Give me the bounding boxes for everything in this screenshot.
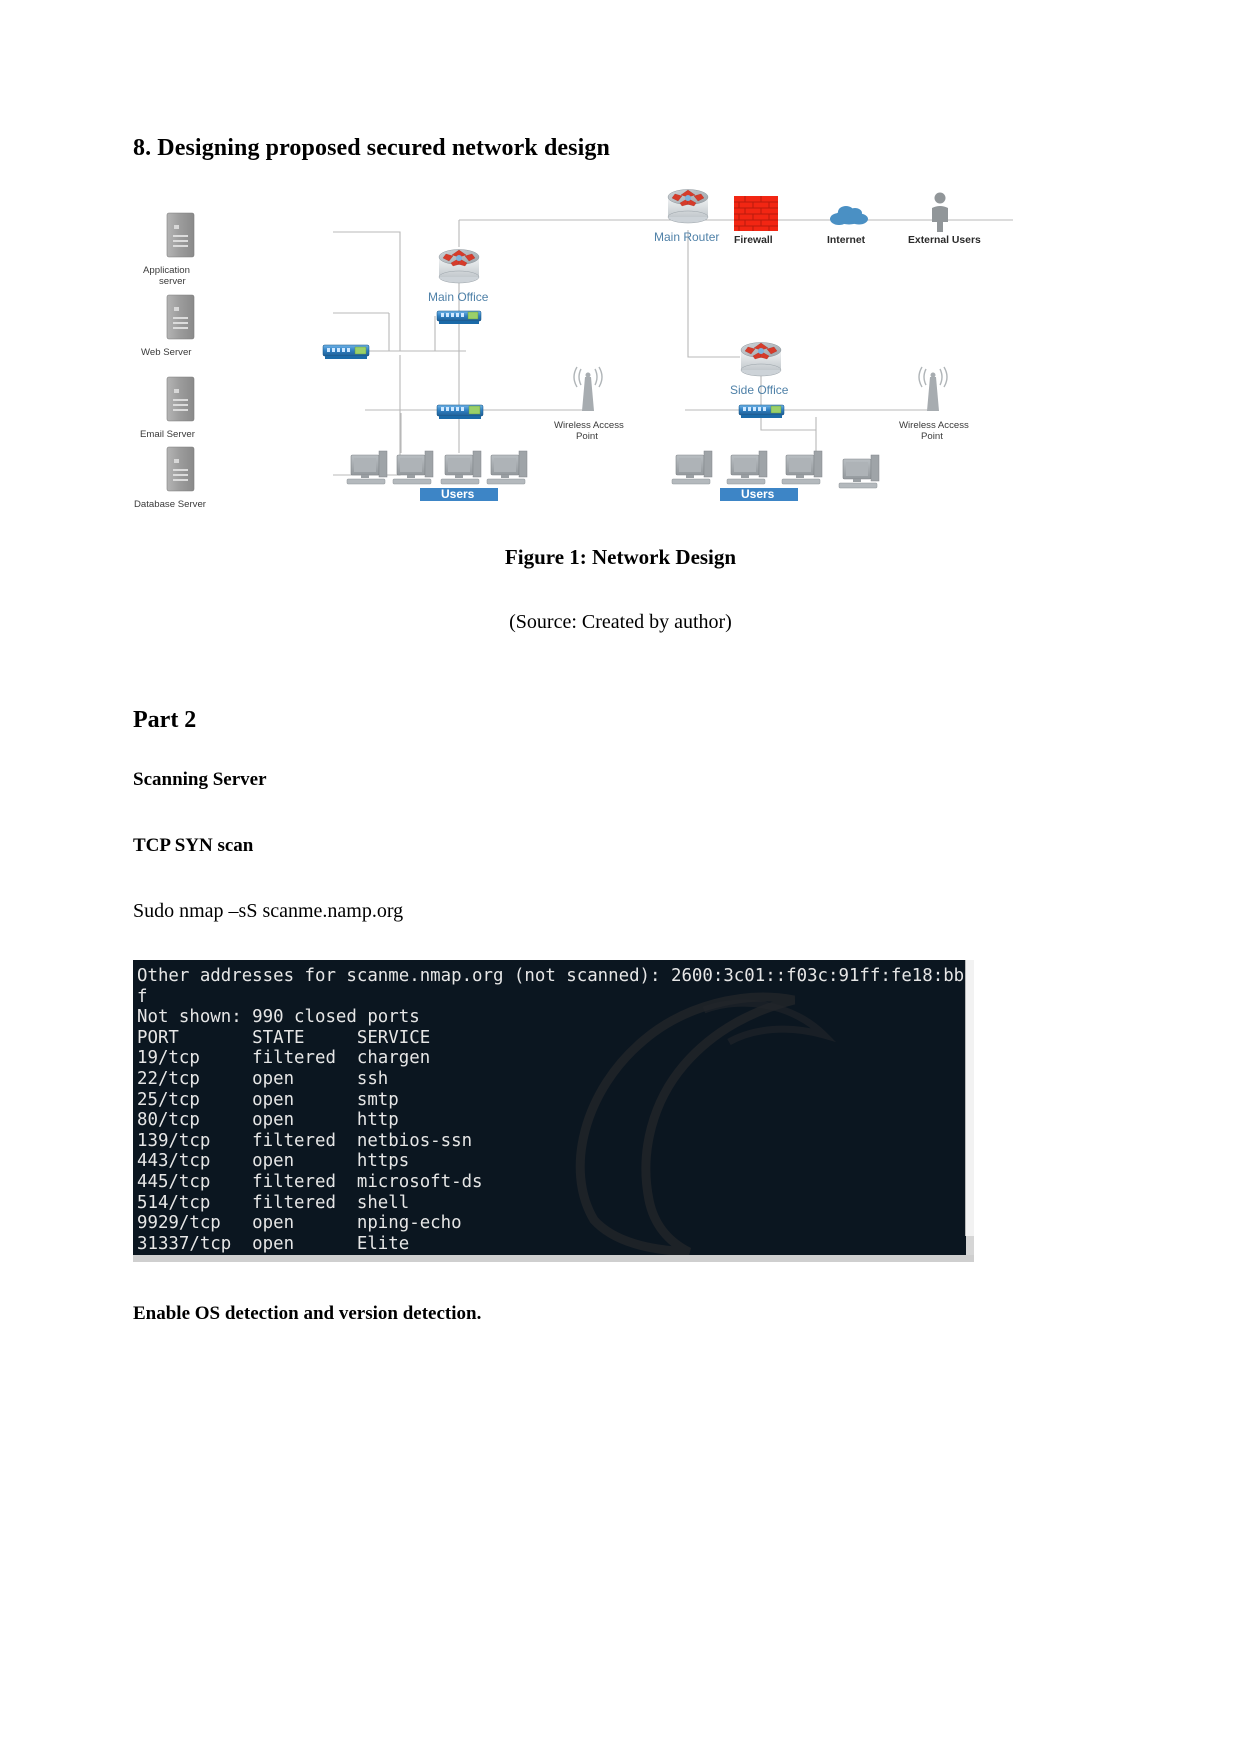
- page-title: 8. Designing proposed secured network de…: [133, 135, 610, 161]
- nmap-command-text: Sudo nmap –sS scanme.namp.org: [133, 900, 404, 922]
- switch-side-office: [738, 404, 785, 418]
- pc-group-side-office: Users: [671, 450, 880, 501]
- terminal-output-text: Other addresses for scanme.nmap.org (not…: [137, 966, 974, 1254]
- switch-main-office-users: [436, 404, 484, 419]
- node-application-server: Application server: [143, 212, 195, 287]
- node-label-application-server-line1: Application: [143, 265, 190, 276]
- pc-group-main-office: Users: [346, 450, 528, 501]
- node-side-office-router: Side Office: [730, 342, 789, 397]
- pc-icon: [671, 450, 713, 485]
- node-label-wireless-ap-left-line1: Wireless Access: [554, 420, 624, 431]
- node-label-firewall: Firewall: [734, 235, 773, 246]
- terminal-scrollbar[interactable]: [965, 960, 974, 1262]
- node-label-database-server: Database Server: [134, 499, 207, 510]
- part-heading: Part 2: [133, 707, 197, 733]
- node-label-wireless-ap-right-line1: Wireless Access: [899, 420, 969, 431]
- terminal-bottom-bar: [133, 1255, 974, 1262]
- node-internet: Internet: [827, 206, 868, 246]
- cloud-icon: [830, 206, 868, 225]
- node-external-users: External Users: [908, 192, 981, 246]
- subheading-tcp-syn-scan: TCP SYN scan: [133, 835, 254, 856]
- switch-main-office: [436, 310, 482, 324]
- pc-icon: [781, 450, 823, 485]
- node-label-application-server-line2: server: [159, 276, 186, 287]
- pc-icon: [838, 454, 880, 489]
- network-diagram-figure: Application server Web Server Email Serv…: [133, 185, 1108, 510]
- node-firewall: Firewall: [734, 196, 778, 246]
- node-wireless-access-point-left: Wireless Access Point: [554, 366, 624, 442]
- node-label-wireless-ap-right-line2: Point: [921, 431, 943, 442]
- pc-icon: [392, 450, 434, 485]
- terminal-screenshot: Other addresses for scanme.nmap.org (not…: [133, 960, 974, 1262]
- person-icon: [932, 192, 948, 232]
- node-main-router: Main Router: [654, 189, 719, 244]
- subheading-os-detection: Enable OS detection and version detectio…: [133, 1303, 482, 1324]
- node-label-internet: Internet: [827, 235, 866, 246]
- node-label-users-right: Users: [741, 487, 775, 501]
- node-email-server: Email Server: [140, 376, 196, 440]
- node-database-server: Database Server: [134, 446, 207, 510]
- document-page: 8. Designing proposed secured network de…: [0, 0, 1241, 1754]
- node-label-email-server: Email Server: [140, 429, 196, 440]
- pc-icon: [726, 450, 768, 485]
- diagram-connections: [329, 219, 1013, 476]
- pc-icon: [486, 450, 528, 485]
- figure-caption: Figure 1: Network Design: [504, 545, 737, 569]
- subheading-scanning-server: Scanning Server: [133, 769, 267, 790]
- node-label-wireless-ap-left-line2: Point: [576, 431, 598, 442]
- node-main-office-router: Main Office: [428, 249, 489, 304]
- switch-server-farm: [322, 344, 370, 359]
- node-web-server: Web Server: [141, 294, 195, 358]
- node-label-web-server: Web Server: [141, 347, 192, 358]
- terminal-scrollbar-thumb[interactable]: [965, 960, 974, 1236]
- figure-source: (Source: Created by author): [509, 611, 732, 633]
- node-label-main-router: Main Router: [654, 230, 719, 244]
- node-label-side-office: Side Office: [730, 383, 789, 397]
- node-wireless-access-point-right: Wireless Access Point: [899, 366, 969, 442]
- pc-icon: [346, 450, 388, 485]
- node-label-main-office: Main Office: [428, 290, 489, 304]
- node-label-users-left: Users: [441, 487, 475, 501]
- node-label-external-users: External Users: [908, 235, 981, 246]
- pc-icon: [440, 450, 482, 485]
